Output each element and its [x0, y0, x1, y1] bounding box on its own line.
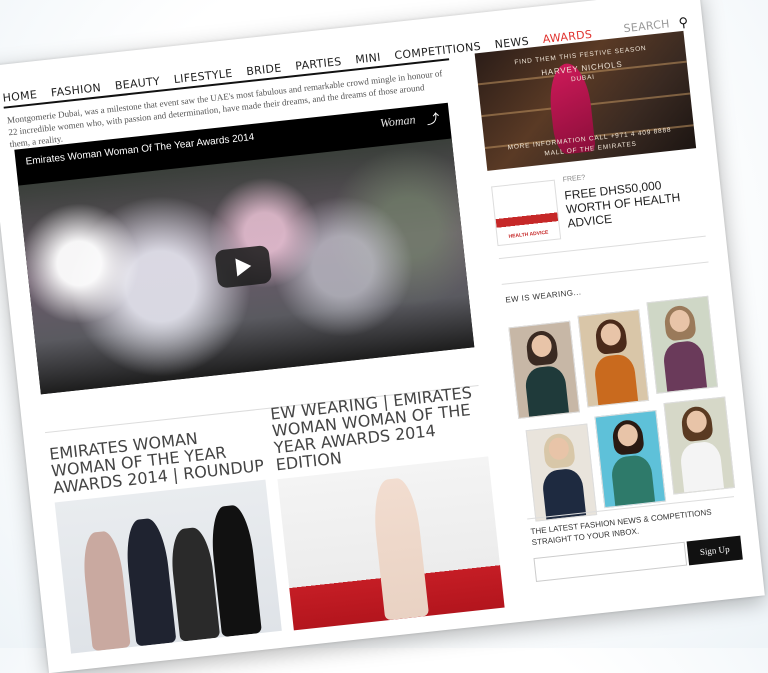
photo-figure: [80, 529, 131, 652]
sign-up-button[interactable]: Sign Up: [686, 535, 743, 566]
tile-outfit: [541, 467, 587, 520]
wearing-tile[interactable]: [525, 423, 598, 522]
tile-outfit: [610, 453, 656, 506]
tile-outfit: [523, 364, 569, 417]
promo-thumbnail[interactable]: HEALTH ADVICE: [491, 179, 562, 247]
tile-outfit: [662, 339, 708, 392]
play-button[interactable]: [214, 244, 273, 289]
video-logo: Woman: [379, 112, 417, 131]
wearing-tile[interactable]: [646, 295, 719, 394]
video-player[interactable]: Emirates Woman Woman Of The Year Awards …: [14, 102, 475, 395]
page-sheet: HOME FASHION BEAUTY LIFESTYLE BRIDE PART…: [0, 0, 765, 673]
photo-figure: [370, 476, 430, 621]
article-card-ew-wearing[interactable]: EW WEARING | EMIRATES WOMAN WOMAN OF THE…: [269, 383, 505, 631]
wearing-tile[interactable]: [663, 396, 736, 495]
tile-outfit: [679, 440, 725, 493]
article-thumbnail[interactable]: [54, 479, 282, 654]
search-icon[interactable]: ⚲: [678, 15, 689, 31]
newsletter-email-input[interactable]: [533, 541, 688, 582]
promo-title[interactable]: FREE DHS50,000 WORTH OF HEALTH ADVICE: [564, 175, 698, 230]
photo-figure: [123, 516, 177, 647]
wearing-tile[interactable]: [577, 309, 650, 408]
wearing-tile[interactable]: [594, 409, 667, 509]
ew-wearing-heading: EW IS WEARING...: [504, 287, 582, 305]
play-icon: [234, 256, 252, 277]
promo-thumb-caption: HEALTH ADVICE: [508, 229, 549, 240]
nav-item-bride[interactable]: BRIDE: [246, 61, 283, 78]
promo-label: FREE?: [562, 174, 586, 184]
wearing-tile[interactable]: [508, 320, 580, 419]
article-thumbnail[interactable]: [277, 456, 505, 631]
nav-item-mini[interactable]: MINI: [355, 51, 382, 67]
sidebar-divider: [501, 261, 709, 285]
sidebar-advert[interactable]: FIND THEM THIS FESTIVE SEASON HARVEY NIC…: [474, 30, 697, 171]
share-icon[interactable]: ⤴: [425, 108, 441, 128]
article-card-roundup[interactable]: EMIRATES WOMAN WOMAN OF THE YEAR AWARDS …: [48, 423, 282, 654]
tile-outfit: [593, 353, 639, 406]
nav-item-home[interactable]: HOME: [2, 88, 38, 105]
